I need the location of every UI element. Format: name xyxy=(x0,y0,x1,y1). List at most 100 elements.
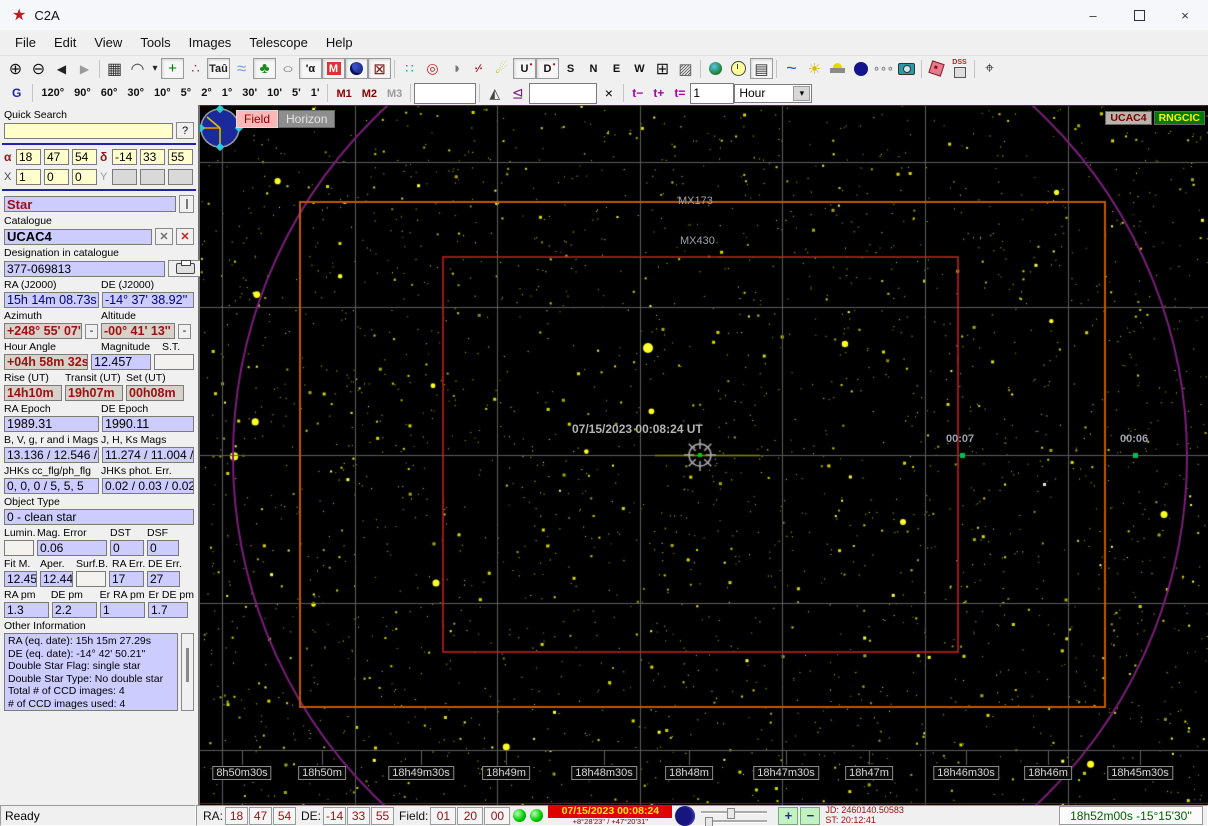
dwarf-planets-icon[interactable]: D xyxy=(536,58,559,79)
dss-image-icon[interactable]: DSS xyxy=(948,58,971,79)
menu-item-file[interactable]: File xyxy=(6,32,45,53)
other-info-scrollbar[interactable] xyxy=(181,633,194,711)
fov-button-2deg[interactable]: 2° xyxy=(196,83,217,103)
time-sliders[interactable] xyxy=(701,807,771,826)
menu-item-tools[interactable]: Tools xyxy=(131,32,179,53)
zoom-in-icon[interactable]: ⊕ xyxy=(4,58,27,79)
mark-search-input[interactable] xyxy=(414,82,477,104)
zoom-plus-button[interactable]: + xyxy=(778,806,799,825)
flip-horizontal-icon[interactable]: ◭ xyxy=(483,82,507,104)
fov-button-5deg[interactable]: 5° xyxy=(176,83,197,103)
status-ra-m[interactable]: 47 xyxy=(249,806,273,825)
menu-item-help[interactable]: Help xyxy=(317,32,362,53)
flip-vertical-icon[interactable]: ⊴ xyxy=(506,82,530,104)
fov-button-90deg[interactable]: 90° xyxy=(69,83,96,103)
quick-search-input[interactable] xyxy=(4,122,173,139)
dome-dropdown-icon[interactable]: ▾ xyxy=(149,58,161,79)
north-icon[interactable]: N xyxy=(582,58,605,79)
horizon-ground-icon[interactable]: ♣ xyxy=(253,58,276,79)
map-tab-field[interactable]: Field xyxy=(236,110,279,128)
ra-m-input[interactable] xyxy=(44,149,69,165)
object-search-input[interactable] xyxy=(529,82,598,104)
time-unit-select[interactable]: Hour ▾ xyxy=(734,83,813,103)
fov-button-10min[interactable]: 10' xyxy=(262,83,287,103)
status-field-3[interactable]: 00 xyxy=(484,806,511,825)
time-minus-button[interactable]: t− xyxy=(627,86,648,100)
close-button[interactable]: × xyxy=(1162,0,1208,30)
sun-icon[interactable]: ☀ xyxy=(803,58,826,79)
fov-button-10deg[interactable]: 10° xyxy=(149,83,176,103)
clock-icon[interactable] xyxy=(727,58,750,79)
comets-icon[interactable]: ☄ xyxy=(490,58,513,79)
star-colors-icon[interactable]: ∷ xyxy=(398,58,421,79)
dome-icon[interactable]: ◠ xyxy=(126,58,149,79)
telescope-control-icon[interactable]: ⌖ xyxy=(978,58,1001,79)
status-de-s[interactable]: 55 xyxy=(371,806,395,825)
zoom-out-icon[interactable]: ⊖ xyxy=(27,58,50,79)
catalogue-badge-rngcic[interactable]: RNGCIC xyxy=(1153,111,1205,125)
asteroids-icon[interactable]: ∙∕∙ xyxy=(467,58,490,79)
mark-button-m3[interactable]: M3 xyxy=(382,88,407,100)
grid-icon[interactable]: ▦ xyxy=(103,58,126,79)
de-d-input[interactable] xyxy=(112,149,137,165)
moon-phase-icon[interactable]: ◑ xyxy=(444,58,467,79)
catalogue-field[interactable]: UCAC4 xyxy=(4,228,152,245)
azimuth-more-button[interactable]: - xyxy=(85,323,98,339)
mark-button-m2[interactable]: M2 xyxy=(357,88,382,100)
fov-button-30deg[interactable]: 30° xyxy=(122,83,149,103)
fov-button-30min[interactable]: 30' xyxy=(237,83,262,103)
catalogue-badge-ucac4[interactable]: UCAC4 xyxy=(1105,111,1152,125)
camera-icon[interactable] xyxy=(895,58,918,79)
maximize-button[interactable] xyxy=(1116,0,1162,30)
x2-input[interactable] xyxy=(44,169,69,185)
fov-button-1deg[interactable]: 1° xyxy=(217,83,238,103)
star-map-canvas[interactable] xyxy=(200,105,1208,805)
menu-item-edit[interactable]: Edit xyxy=(45,32,85,53)
goto-button[interactable]: G xyxy=(4,86,29,100)
status-ra-s[interactable]: 54 xyxy=(273,806,297,825)
fov-button-60deg[interactable]: 60° xyxy=(96,83,123,103)
next-view-icon[interactable]: ▶ xyxy=(73,58,96,79)
twilight-icon[interactable] xyxy=(826,58,849,79)
catalogue-next-button[interactable]: ✕ xyxy=(176,228,194,245)
ra-s-input[interactable] xyxy=(72,149,97,165)
status-field-2[interactable]: 20 xyxy=(457,806,484,825)
ecliptic-icon[interactable]: ~ xyxy=(780,58,803,79)
minimize-button[interactable]: – xyxy=(1070,0,1116,30)
catalogue-prev-button[interactable]: ✕ xyxy=(155,228,173,245)
cross-frame-icon[interactable]: ⊠ xyxy=(368,58,391,79)
de-s-input[interactable] xyxy=(168,149,193,165)
menu-item-images[interactable]: Images xyxy=(180,32,241,53)
side-panel-icon[interactable]: ▤ xyxy=(750,58,773,79)
status-de-d[interactable]: -14 xyxy=(323,806,347,825)
x3-input[interactable] xyxy=(72,169,97,185)
object-class-scrollbar[interactable] xyxy=(179,195,194,213)
night-vision-icon[interactable] xyxy=(849,58,872,79)
mark-button-m1[interactable]: M1 xyxy=(331,88,356,100)
zoom-minus-button[interactable]: − xyxy=(800,806,821,825)
messier-icon[interactable]: M xyxy=(322,58,345,79)
fov-button-120deg[interactable]: 120° xyxy=(36,83,69,103)
nebula-outline-icon[interactable]: ◎ xyxy=(421,58,444,79)
constellation-lines-icon[interactable]: ∴ xyxy=(184,58,207,79)
labels-icon[interactable]: 'α xyxy=(299,58,322,79)
time-plus-button[interactable]: t+ xyxy=(648,86,669,100)
ra-h-input[interactable] xyxy=(16,149,41,165)
time-set-button[interactable]: t= xyxy=(669,86,690,100)
previous-view-icon[interactable]: ◀ xyxy=(50,58,73,79)
menu-item-view[interactable]: View xyxy=(85,32,131,53)
time-step-input[interactable] xyxy=(690,82,735,104)
horizon-fill-icon[interactable]: ▨ xyxy=(674,58,697,79)
help-button[interactable]: ? xyxy=(176,122,194,139)
designation-input[interactable] xyxy=(4,260,165,277)
de-m-input[interactable] xyxy=(140,149,165,165)
fov-ellipse-icon[interactable]: ○ xyxy=(276,58,299,79)
fov-button-1min[interactable]: 1' xyxy=(306,83,325,103)
center-object-icon[interactable]: + xyxy=(161,58,184,79)
print-button[interactable] xyxy=(168,260,202,277)
deep-sky-icon[interactable] xyxy=(345,58,368,79)
satellite-track-icon[interactable]: ∘∘∘ xyxy=(872,58,895,79)
menu-item-telescope[interactable]: Telescope xyxy=(240,32,317,53)
clear-search-button[interactable]: × xyxy=(597,82,621,104)
map-tab-horizon[interactable]: Horizon xyxy=(278,110,336,128)
